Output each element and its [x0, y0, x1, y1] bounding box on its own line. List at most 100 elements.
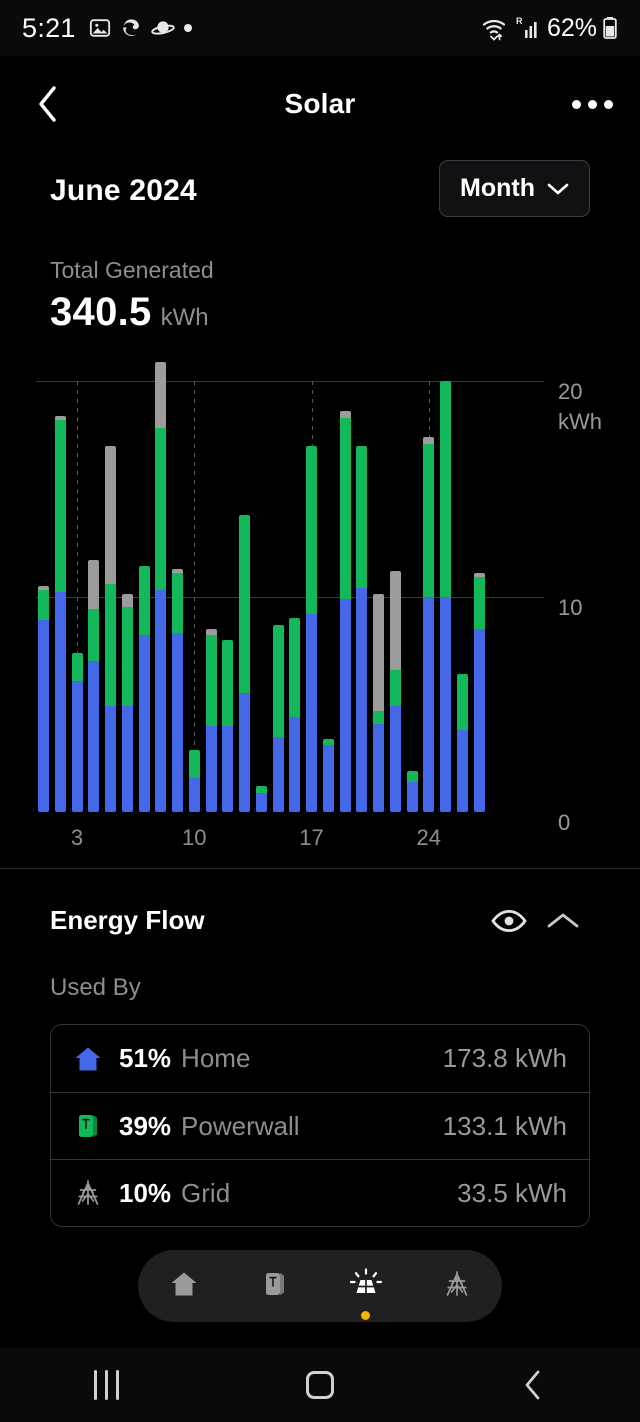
powerwall-tab[interactable]: [229, 1250, 320, 1322]
y-tick-0: 0: [558, 810, 571, 835]
status-bar-time: 5:21: [22, 12, 76, 43]
bar-segment-powerwall: [88, 609, 100, 662]
chart-bar-day-21[interactable]: [373, 594, 384, 812]
chart-bar-day-23[interactable]: [406, 771, 418, 812]
recents-button[interactable]: [0, 1370, 213, 1400]
bar-segment-powerwall: [239, 514, 250, 694]
bar-segment-powerwall: [456, 674, 468, 731]
chart-bar-day-16[interactable]: [289, 618, 301, 812]
bar-segment-home: [272, 736, 284, 812]
chart-bar-day-10[interactable]: [188, 749, 200, 812]
chart-x-axis-labels: 3 10 17 24: [36, 825, 544, 865]
energy-flow-header: Energy Flow: [50, 905, 590, 936]
home-square-icon: [305, 1371, 334, 1399]
chart-bars: [36, 361, 544, 812]
chart-bar-day-8[interactable]: [155, 361, 167, 812]
collapse-section-button[interactable]: [536, 910, 590, 932]
chart-bar-day-24[interactable]: [423, 437, 435, 812]
bar-segment-powerwall: [54, 419, 66, 593]
edge-browser-icon: [122, 19, 139, 36]
visibility-toggle-button[interactable]: [482, 907, 536, 935]
saturn-icon: [151, 21, 175, 35]
bar-segment-powerwall: [373, 710, 384, 724]
used-by-percent: 39%: [119, 1110, 172, 1141]
home-icon: [73, 1044, 119, 1074]
energy-flow-title: Energy Flow: [50, 905, 205, 935]
chart-bar-day-22[interactable]: [389, 570, 401, 812]
chart-bar-day-20[interactable]: [356, 445, 368, 812]
android-back-button[interactable]: [427, 1368, 640, 1402]
chart-bar-day-9[interactable]: [172, 568, 183, 812]
used-by-label: Used By: [50, 974, 141, 1001]
chart-bar-day-6[interactable]: [121, 594, 133, 812]
used-by-row-home[interactable]: 51% Home 173.8 kWh: [51, 1025, 589, 1092]
chart-bar-day-19[interactable]: [339, 411, 351, 812]
x-tick-3: 3: [70, 825, 84, 850]
chart-bar-day-3[interactable]: [71, 652, 83, 812]
bar-segment-home: [255, 792, 267, 812]
bar-segment-home: [71, 680, 83, 812]
total-generated-label: Total Generated: [50, 257, 214, 283]
active-tab-indicator: [361, 1311, 370, 1320]
powerwall-icon: [73, 1111, 119, 1141]
grid-tab[interactable]: [411, 1250, 502, 1322]
bar-segment-home: [456, 730, 468, 812]
bar-segment-powerwall: [423, 443, 435, 597]
x-tick-24: 24: [416, 825, 441, 850]
bar-segment-powerwall: [172, 572, 183, 634]
bar-segment-home: [289, 717, 301, 812]
bar-segment-home: [155, 590, 167, 812]
status-bar-system-icons: R 62%: [481, 14, 618, 43]
chart-bar-day-14[interactable]: [255, 786, 267, 812]
wifi-icon: [482, 19, 506, 41]
home-button[interactable]: [213, 1371, 426, 1399]
more-options-button[interactable]: [544, 99, 640, 109]
chart-bar-day-7[interactable]: [138, 566, 150, 812]
total-generated-value-row: 340.5 kWh: [50, 290, 590, 335]
battery-percent: 62%: [546, 13, 597, 42]
chart-bar-day-1[interactable]: [38, 585, 49, 812]
chart-bar-day-18[interactable]: [322, 738, 334, 812]
back-button[interactable]: [0, 83, 96, 125]
chart-bar-day-27[interactable]: [473, 572, 485, 812]
chart-bar-day-17[interactable]: [306, 445, 317, 812]
used-by-percent: 51%: [119, 1043, 172, 1073]
bar-segment-home: [205, 725, 217, 812]
chart-divider: [0, 868, 640, 869]
home-tab[interactable]: [138, 1250, 229, 1322]
chart-bar-day-15[interactable]: [272, 624, 284, 812]
chart-bar-day-11[interactable]: [205, 628, 217, 812]
chart-bar-day-12[interactable]: [222, 639, 234, 812]
chevron-down-icon: [547, 183, 569, 194]
status-bar: 5:21 R 62%: [0, 0, 640, 56]
battery-icon: [603, 17, 617, 39]
chart-bar-day-5[interactable]: [105, 445, 116, 812]
solar-tab[interactable]: [320, 1250, 411, 1322]
used-by-row-powerwall[interactable]: 39% Powerwall 133.1 kWh: [51, 1092, 589, 1159]
bar-segment-home: [138, 635, 150, 812]
period-selector[interactable]: Month: [439, 160, 590, 217]
bar-segment-home: [440, 596, 451, 812]
bar-segment-grid: [105, 445, 116, 584]
y-axis-unit-label: kWh: [558, 409, 602, 434]
chevron-up-icon: [547, 913, 579, 927]
bar-segment-home: [406, 781, 418, 812]
bar-segment-grid: [389, 570, 401, 670]
solar-generation-chart[interactable]: 0 10 20 kWh 3 10 17 24: [0, 361, 640, 870]
bar-segment-powerwall: [356, 445, 368, 588]
bar-segment-powerwall: [440, 381, 451, 597]
bar-segment-powerwall: [222, 639, 234, 726]
bar-segment-powerwall: [155, 428, 167, 591]
chart-bar-day-25[interactable]: [440, 381, 451, 812]
chart-bar-day-4[interactable]: [88, 559, 100, 812]
summary-section: June 2024 Month Total Generated 340.5 kW…: [0, 160, 640, 335]
used-by-row-grid[interactable]: 10% Grid 33.5 kWh: [51, 1159, 589, 1226]
period-selector-label: Month: [460, 174, 535, 202]
bar-segment-powerwall: [473, 577, 485, 629]
x-tick-10: 10: [182, 825, 207, 850]
chart-bar-day-2[interactable]: [54, 415, 66, 812]
chart-bar-day-26[interactable]: [456, 674, 468, 812]
chevron-left-icon: [39, 86, 56, 122]
bar-segment-grid: [121, 594, 133, 608]
chart-bar-day-13[interactable]: [239, 514, 250, 812]
